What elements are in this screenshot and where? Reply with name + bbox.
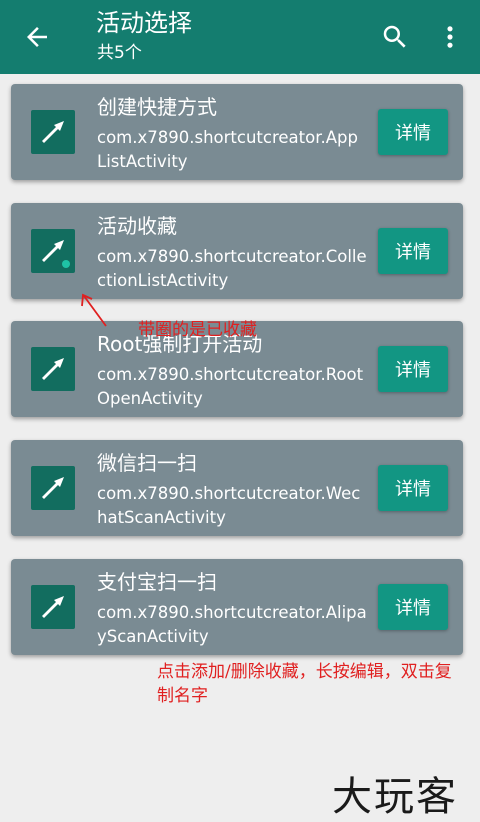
activity-name: 创建快捷方式 (97, 95, 217, 119)
more-options-icon[interactable] (436, 22, 464, 52)
usage-annotation: 点击添加/删除收藏，长按编辑，双击复制名字 (157, 662, 452, 706)
watermark: 大玩客 (332, 774, 458, 820)
activity-card[interactable]: 微信扫一扫 com.x7890.shortcutcreator.WechatSca… (11, 440, 463, 536)
detail-button[interactable]: 详情 (378, 465, 448, 511)
shortcut-arrow-icon (31, 347, 75, 391)
activity-name: 微信扫一扫 (97, 451, 197, 475)
activity-class: com.x7890.shortcutcreator.CollectionList… (97, 247, 367, 290)
detail-button[interactable]: 详情 (378, 346, 448, 392)
activity-class: com.x7890.shortcutcreator.RootOpenActivi… (97, 365, 364, 408)
activity-name: 活动收藏 (97, 214, 177, 238)
shortcut-arrow-icon (31, 466, 75, 510)
search-icon[interactable] (380, 22, 410, 52)
back-arrow-icon[interactable] (22, 22, 52, 52)
detail-button[interactable]: 详情 (378, 228, 448, 274)
app-bar: 活动选择 共5个 (0, 0, 480, 74)
activity-card[interactable]: 支付宝扫一扫 com.x7890.shortcutcreator.AlipaySc… (11, 559, 463, 655)
activity-class: com.x7890.shortcutcreator.WechatScanActi… (97, 484, 361, 527)
shortcut-arrow-icon (31, 229, 75, 273)
favorite-annotation: 带圈的是已收藏 (138, 320, 257, 340)
shortcut-arrow-icon (31, 110, 75, 154)
activity-name: 支付宝扫一扫 (97, 570, 217, 594)
page-subtitle: 共5个 (97, 43, 142, 63)
shortcut-arrow-icon (31, 585, 75, 629)
detail-button[interactable]: 详情 (378, 109, 448, 155)
activity-class: com.x7890.shortcutcreator.AlipayScanActi… (97, 603, 367, 646)
favorite-dot-icon (62, 260, 70, 268)
page-title: 活动选择 (96, 9, 192, 37)
detail-button[interactable]: 详情 (378, 584, 448, 630)
activity-card[interactable]: 创建快捷方式 com.x7890.shortcutcreator.AppListA… (11, 84, 463, 180)
activity-class: com.x7890.shortcutcreator.AppListActivit… (97, 128, 358, 171)
activity-card[interactable]: 活动收藏 com.x7890.shortcutcreator.Collection… (11, 203, 463, 299)
annotation-arrow-icon (81, 293, 107, 327)
